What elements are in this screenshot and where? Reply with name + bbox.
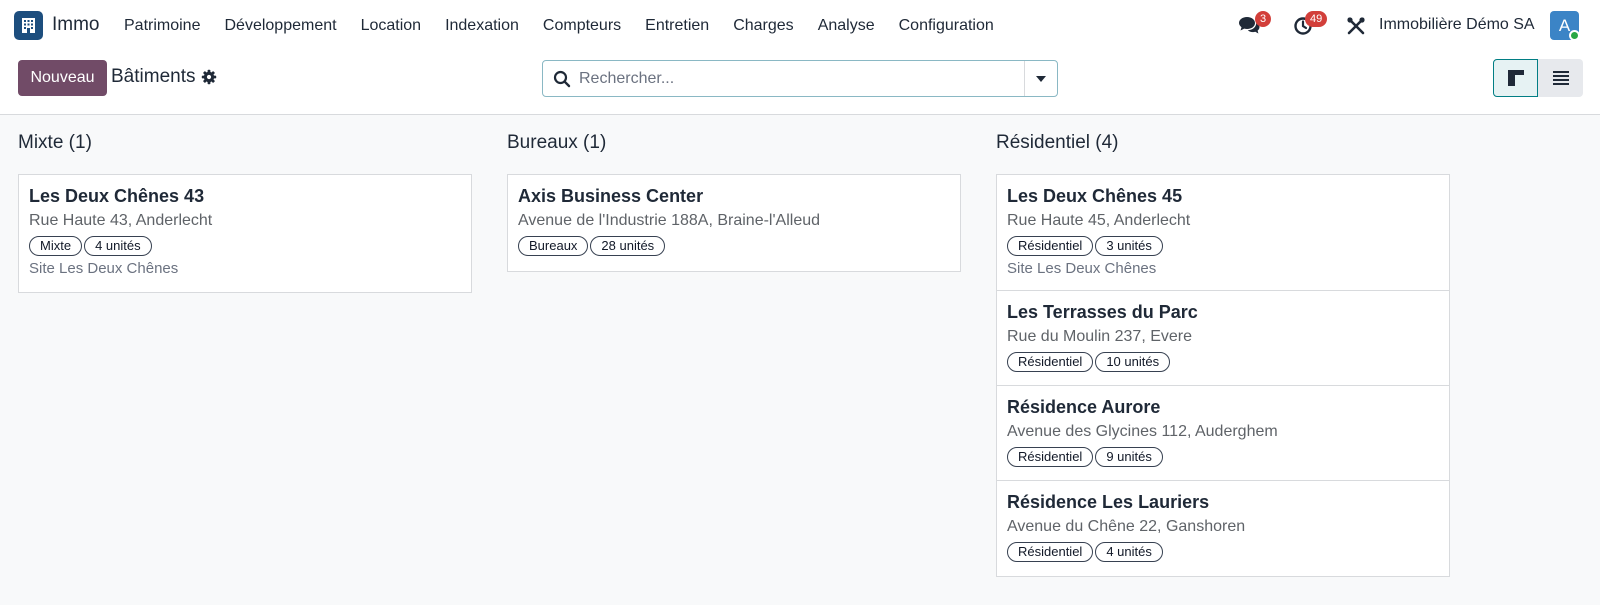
- search-bar: [542, 60, 1058, 97]
- control-panel: Nouveau Bâtiments: [0, 51, 1600, 115]
- activities-badge: 49: [1305, 11, 1328, 27]
- list-view-button[interactable]: [1538, 59, 1583, 97]
- type-tag: Résidentiel: [1007, 447, 1094, 467]
- building-name: Axis Business Center: [518, 186, 704, 206]
- units-tag: 9 unités: [1095, 447, 1163, 467]
- menu-item-analyse[interactable]: Analyse: [806, 0, 887, 51]
- list-icon: [1552, 71, 1569, 85]
- building-site: Site Les Deux Chênes: [29, 260, 179, 277]
- units-tag: 4 unités: [1095, 542, 1163, 562]
- kanban-card[interactable]: Les Deux Chênes 43 Rue Haute 43, Anderle…: [19, 175, 471, 292]
- menu-item-compteurs[interactable]: Compteurs: [531, 0, 633, 51]
- building-site: Site Les Deux Chênes: [1007, 260, 1157, 277]
- building-icon[interactable]: [14, 11, 43, 40]
- top-navbar: Immo Patrimoine Développement Location I…: [0, 0, 1600, 51]
- type-tag: Résidentiel: [1007, 352, 1094, 372]
- card-tags: Résidentiel 4 unités: [1007, 542, 1439, 562]
- column-title[interactable]: Mixte (1): [18, 132, 92, 154]
- menu-item-location[interactable]: Location: [349, 0, 434, 51]
- kanban-card[interactable]: Les Terrasses du Parc Rue du Moulin 237,…: [997, 291, 1449, 386]
- card-tags: Résidentiel 3 unités: [1007, 236, 1439, 256]
- type-tag: Résidentiel: [1007, 236, 1094, 256]
- main-menu: Patrimoine Développement Location Indexa…: [112, 0, 1006, 51]
- view-switcher: [1493, 59, 1583, 97]
- online-status-icon: [1569, 30, 1580, 41]
- messages-badge: 3: [1255, 11, 1272, 27]
- kanban-card[interactable]: Axis Business Center Avenue de l'Industr…: [508, 175, 960, 271]
- column-title[interactable]: Résidentiel (4): [996, 132, 1119, 154]
- card-tags: Bureaux 28 unités: [518, 236, 950, 256]
- building-address: Avenue de l'Industrie 188A, Braine-l'All…: [518, 212, 821, 229]
- building-name: Résidence Les Lauriers: [1007, 492, 1210, 512]
- kanban-view-button[interactable]: [1493, 59, 1538, 97]
- units-tag: 10 unités: [1095, 352, 1171, 372]
- menu-item-indexation[interactable]: Indexation: [433, 0, 531, 51]
- menu-item-developpement[interactable]: Développement: [212, 0, 348, 51]
- card-tags: Résidentiel 10 unités: [1007, 352, 1439, 372]
- units-tag: 3 unités: [1095, 236, 1163, 256]
- kanban-card[interactable]: Résidence Aurore Avenue des Glycines 112…: [997, 386, 1449, 481]
- kanban-icon: [1507, 70, 1524, 86]
- column-cards: Axis Business Center Avenue de l'Industr…: [507, 174, 961, 272]
- new-button[interactable]: Nouveau: [18, 60, 107, 96]
- gear-icon[interactable]: [201, 69, 217, 85]
- caret-down-icon: [1036, 75, 1046, 82]
- app-name[interactable]: Immo: [52, 14, 100, 36]
- building-name: Les Deux Chênes 45: [1007, 186, 1183, 206]
- page-title: Bâtiments: [111, 66, 196, 87]
- building-address: Rue du Moulin 237, Evere: [1007, 328, 1192, 345]
- column-title[interactable]: Bureaux (1): [507, 132, 606, 154]
- building-address: Rue Haute 45, Anderlecht: [1007, 212, 1191, 229]
- building-name: Résidence Aurore: [1007, 397, 1161, 417]
- units-tag: 28 unités: [590, 236, 666, 256]
- kanban-card[interactable]: Résidence Les Lauriers Avenue du Chêne 2…: [997, 481, 1449, 576]
- card-tags: Résidentiel 9 unités: [1007, 447, 1439, 467]
- company-switcher[interactable]: Immobilière Démo SA: [1379, 16, 1535, 34]
- units-tag: 4 unités: [84, 236, 152, 256]
- card-tags: Mixte 4 unités: [29, 236, 461, 256]
- search-input[interactable]: [579, 67, 1009, 91]
- search-icon: [553, 70, 571, 88]
- tools-icon[interactable]: [1344, 14, 1368, 38]
- menu-item-patrimoine[interactable]: Patrimoine: [112, 0, 212, 51]
- type-tag: Bureaux: [518, 236, 589, 256]
- column-cards: Les Deux Chênes 45 Rue Haute 45, Anderle…: [996, 174, 1450, 577]
- menu-item-entretien[interactable]: Entretien: [633, 0, 721, 51]
- building-name: Les Deux Chênes 43: [29, 186, 205, 206]
- column-cards: Les Deux Chênes 43 Rue Haute 43, Anderle…: [18, 174, 472, 293]
- building-address: Rue Haute 43, Anderlecht: [29, 212, 213, 229]
- kanban-card[interactable]: Les Deux Chênes 45 Rue Haute 45, Anderle…: [997, 175, 1449, 291]
- building-address: Avenue des Glycines 112, Auderghem: [1007, 423, 1278, 440]
- menu-item-configuration[interactable]: Configuration: [887, 0, 1006, 51]
- type-tag: Mixte: [29, 236, 83, 256]
- menu-item-charges[interactable]: Charges: [721, 0, 805, 51]
- building-address: Avenue du Chêne 22, Ganshoren: [1007, 518, 1246, 535]
- search-options-toggle[interactable]: [1024, 61, 1057, 96]
- type-tag: Résidentiel: [1007, 542, 1094, 562]
- building-name: Les Terrasses du Parc: [1007, 302, 1198, 322]
